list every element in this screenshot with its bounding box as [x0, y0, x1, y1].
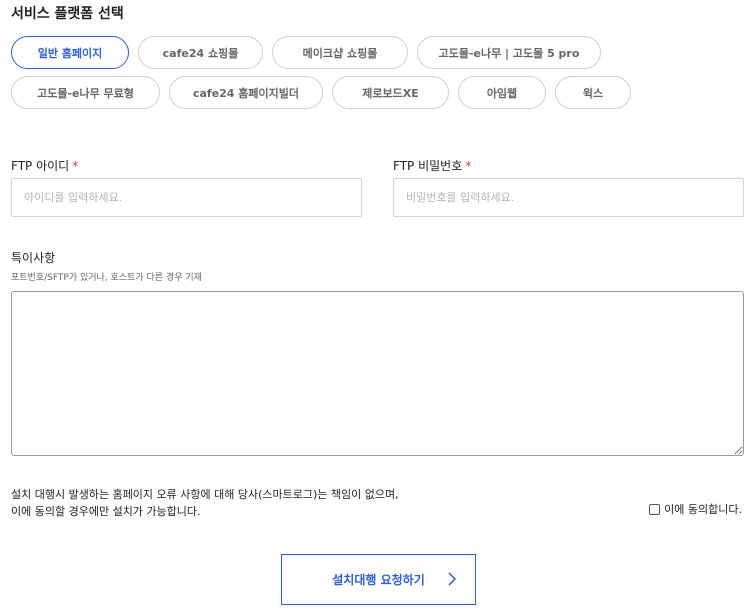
submit-request-button[interactable]: 설치대행 요청하기 — [281, 554, 476, 605]
disclaimer-text: 설치 대행시 발생하는 홈페이지 오류 사항에 대해 당사(스마트로그)는 책임… — [11, 486, 399, 520]
platform-row-2: 고도몰-e나무 무료형 cafe24 홈페이지빌더 제로보드XE 아임웹 윅스 — [11, 76, 631, 109]
notes-textarea[interactable] — [11, 291, 744, 456]
chevron-right-icon — [447, 570, 457, 591]
notes-label: 특이사항 — [11, 251, 56, 265]
platform-row-1: 일반 홈페이지 cafe24 쇼핑몰 메이크샵 쇼핑몰 고도몰-e나무 | 고도… — [11, 36, 601, 69]
ftp-id-label-text: FTP 아이디 — [11, 159, 70, 173]
agree-checkbox-label[interactable]: 이에 동의합니다. — [649, 501, 742, 517]
platform-chip-general[interactable]: 일반 홈페이지 — [11, 36, 129, 69]
platform-chip-wix[interactable]: 윅스 — [555, 76, 631, 109]
required-mark: * — [72, 159, 79, 173]
ftp-id-input[interactable] — [11, 178, 362, 217]
ftp-id-label: FTP 아이디 * — [11, 157, 78, 174]
submit-button-label: 설치대행 요청하기 — [332, 573, 425, 587]
agree-label-text: 이에 동의합니다. — [664, 503, 742, 516]
platform-chip-godomall-free[interactable]: 고도몰-e나무 무료형 — [11, 76, 160, 109]
ftp-password-label-text: FTP 비밀번호 — [393, 159, 463, 173]
disclaimer-line-1: 설치 대행시 발생하는 홈페이지 오류 사항에 대해 당사(스마트로그)는 책임… — [11, 488, 399, 501]
platform-chip-imweb[interactable]: 아임웹 — [458, 76, 546, 109]
platform-chip-zeroboard-xe[interactable]: 제로보드XE — [332, 76, 449, 109]
ftp-password-label: FTP 비밀번호 * — [393, 157, 471, 174]
required-mark: * — [465, 159, 472, 173]
agree-checkbox[interactable] — [649, 503, 661, 515]
ftp-password-input[interactable] — [393, 178, 744, 217]
platform-chip-makeshop[interactable]: 메이크샵 쇼핑몰 — [272, 36, 408, 69]
section-title: 서비스 플랫폼 선택 — [11, 6, 124, 22]
platform-chip-cafe24-shop[interactable]: cafe24 쇼핑몰 — [138, 36, 263, 69]
disclaimer-line-2: 이에 동의할 경우에만 설치가 가능합니다. — [11, 505, 201, 518]
platform-chip-godomall-pro[interactable]: 고도몰-e나무 | 고도몰 5 pro — [417, 36, 601, 69]
platform-chip-cafe24-builder[interactable]: cafe24 홈페이지빌더 — [169, 76, 323, 109]
notes-help-text: 포트번호/SFTP가 있거나, 호스트가 다른 경우 기재 — [11, 273, 202, 283]
